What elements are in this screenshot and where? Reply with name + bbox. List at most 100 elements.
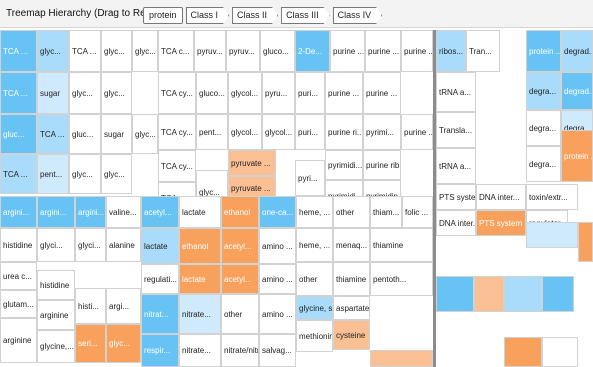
treemap-cell[interactable]: menaq...	[333, 228, 370, 262]
treemap-cell[interactable]: degra...	[526, 110, 561, 146]
treemap-cell[interactable]: acetyl...	[221, 228, 259, 264]
treemap-cell[interactable]: PTS system	[436, 184, 476, 210]
treemap-cell[interactable]: amino ...	[259, 264, 296, 294]
treemap-cell[interactable]: protein ...	[561, 130, 593, 182]
treemap-cell[interactable]: pyruvate ...	[228, 150, 276, 176]
treemap-cell[interactable]: seri...	[75, 324, 106, 363]
treemap-cell[interactable]: glyci...	[37, 228, 75, 262]
treemap-cell[interactable]: argini...	[75, 196, 106, 228]
treemap-cell[interactable]	[504, 276, 542, 312]
treemap-cell[interactable]: pent...	[37, 154, 69, 194]
treemap-cell[interactable]: amino ...	[259, 294, 296, 334]
treemap-cell[interactable]: glycine,...	[37, 330, 75, 363]
treemap-cell[interactable]: heme, ...	[296, 196, 333, 228]
treemap-cell[interactable]: pentoth...	[370, 262, 433, 296]
treemap-cell[interactable]: methionine	[296, 320, 333, 352]
treemap-cell[interactable]: TCA cy...	[158, 72, 196, 114]
treemap-cell[interactable]: other	[333, 196, 370, 228]
treemap-cell[interactable]: regulati...	[141, 264, 179, 294]
treemap-cell[interactable]: PTS system	[476, 210, 526, 236]
treemap-cell[interactable]: TCA cy...	[158, 150, 196, 182]
treemap-cell[interactable]: glycol...	[228, 72, 262, 114]
breadcrumb-class-i[interactable]: Class I	[186, 7, 230, 24]
treemap-cell[interactable]: puri...	[295, 114, 325, 150]
treemap-cell[interactable]: nitrate...	[179, 294, 221, 334]
treemap-cell[interactable]: lactate	[179, 264, 221, 294]
treemap-cell[interactable]: pent...	[196, 114, 228, 150]
treemap-cell[interactable]: purine ri...	[325, 114, 363, 150]
breadcrumb-class-iii[interactable]: Class III	[281, 7, 330, 24]
treemap-cell[interactable]: respir...	[141, 334, 179, 367]
treemap-cell[interactable]: ethanol	[179, 228, 221, 264]
treemap-cell[interactable]: histi...	[75, 288, 106, 324]
treemap-cell[interactable]: pyru...	[262, 72, 295, 114]
treemap-cell[interactable]: thiamine	[333, 262, 370, 296]
treemap-cell[interactable]: glyc...	[69, 154, 101, 194]
treemap-cell[interactable]	[504, 337, 542, 367]
treemap-cell[interactable]: nitrat...	[141, 294, 179, 334]
treemap-cell[interactable]: glycine, s...	[296, 296, 333, 320]
treemap-cell[interactable]: lactate	[179, 196, 221, 228]
treemap-cell[interactable]: toxin/extr...	[526, 184, 578, 210]
treemap-cell[interactable]: degra...	[526, 72, 561, 110]
treemap-cell[interactable]: TCA cy...	[158, 114, 196, 150]
breadcrumb-protein[interactable]: protein	[143, 7, 183, 24]
treemap-cell[interactable]: glycol...	[228, 114, 262, 150]
treemap-cell[interactable]: histidine	[37, 270, 75, 300]
treemap-cell[interactable]: glyc...	[101, 30, 132, 72]
treemap-cell[interactable]: ethanol	[221, 196, 259, 228]
treemap-cell[interactable]: acetyl...	[141, 196, 179, 228]
treemap-cell[interactable]: arginine	[37, 300, 75, 330]
treemap-area[interactable]: TCA ... glyc... TCA ... glyc... glyc... TCA c…	[0, 30, 593, 367]
treemap-cell[interactable]: TCA ...	[69, 30, 101, 72]
treemap-cell[interactable]: puri...	[295, 72, 325, 114]
treemap-cell[interactable]: thiam...	[370, 196, 402, 228]
treemap-cell[interactable]: folic ...	[402, 196, 433, 228]
treemap-cell[interactable]: heme, ...	[296, 228, 333, 262]
treemap-cell[interactable]	[436, 276, 474, 312]
treemap-cell[interactable]: glyc...	[132, 114, 158, 154]
treemap-cell[interactable]: pyrimi...	[363, 114, 401, 150]
treemap-cell[interactable]: aspartate...	[333, 296, 370, 320]
treemap-cell[interactable]: TCA ...	[0, 72, 37, 114]
treemap-cell[interactable]: degra...	[526, 146, 561, 182]
treemap-cell[interactable]	[526, 222, 578, 248]
treemap-cell[interactable]: lactate	[141, 228, 179, 264]
treemap-cell[interactable]: glyc...	[37, 30, 69, 72]
treemap-cell[interactable]: Transla...	[436, 112, 476, 148]
treemap-cell[interactable]: purine ...	[365, 30, 401, 72]
treemap-cell[interactable]	[370, 350, 433, 367]
treemap-cell[interactable]: histidine	[0, 228, 37, 262]
treemap-cell[interactable]: gluc...	[69, 114, 101, 154]
treemap-cell[interactable]: gluc...	[0, 114, 37, 154]
treemap-cell[interactable]: purine ...	[401, 114, 433, 150]
treemap-cell[interactable]	[474, 276, 504, 312]
treemap-cell[interactable]: purine ...	[330, 30, 365, 72]
treemap-cell[interactable]: sugar	[101, 114, 132, 154]
treemap-cell[interactable]: glyc...	[69, 72, 101, 114]
treemap-cell[interactable]: amino ...	[259, 228, 296, 264]
treemap-cell[interactable]: urea c...	[0, 262, 37, 290]
treemap-cell[interactable]: DNA inter...	[436, 210, 476, 236]
treemap-cell[interactable]: glyc...	[106, 324, 141, 363]
treemap-cell[interactable]: purine ...	[325, 72, 363, 114]
treemap-cell[interactable]: glutam...	[0, 290, 37, 318]
treemap-cell[interactable]: tRNA a...	[436, 72, 476, 112]
treemap-cell[interactable]: valine...	[106, 196, 141, 228]
treemap-cell[interactable]: glyc...	[132, 30, 158, 72]
treemap-cell[interactable]: cysteine	[333, 320, 370, 350]
treemap-cell[interactable]: purine ...	[363, 72, 401, 114]
treemap-cell[interactable]: alanine	[106, 228, 141, 262]
treemap-cell[interactable]: other	[221, 294, 259, 334]
treemap-cell[interactable]: degrad...	[561, 30, 593, 72]
treemap-cell[interactable]: TCA ...	[0, 30, 37, 72]
treemap-cell[interactable]	[578, 222, 593, 262]
treemap-cell[interactable]: glyc...	[101, 154, 132, 194]
treemap-cell[interactable]: DNA inter...	[476, 184, 526, 210]
treemap-cell[interactable]	[542, 337, 578, 367]
treemap-cell[interactable]: argini...	[37, 196, 75, 228]
treemap-cell[interactable]: purine ...	[401, 30, 433, 72]
breadcrumb-class-ii[interactable]: Class II	[232, 7, 278, 24]
treemap-cell[interactable]: glyc...	[101, 72, 132, 114]
treemap-cell[interactable]: sugar	[37, 72, 69, 114]
